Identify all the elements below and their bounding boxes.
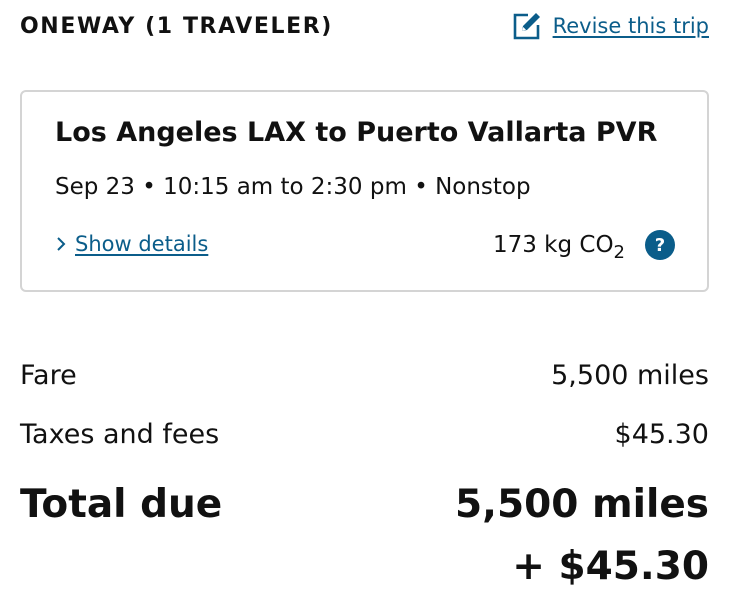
revise-trip-link[interactable]: Revise this trip <box>511 10 709 42</box>
route-title: Los Angeles LAX to Puerto Vallarta PVR <box>55 117 658 148</box>
revise-trip-label[interactable]: Revise this trip <box>553 14 709 38</box>
edit-icon[interactable] <box>511 10 543 42</box>
trip-header: ONEWAY (1 TRAVELER) Revise this trip <box>20 6 709 46</box>
total-cash: + $45.30 <box>512 544 709 589</box>
flight-schedule: Sep 23 • 10:15 am to 2:30 pm • Nonstop <box>55 174 531 200</box>
show-details-link[interactable]: Show details <box>55 232 208 256</box>
fare-label: Fare <box>20 360 77 391</box>
co2-emissions-value: 173 kg CO <box>492 232 614 258</box>
fare-value: 5,500 miles <box>551 360 709 391</box>
emissions-info: 173 kg CO2 ? <box>492 230 675 262</box>
taxes-value: $45.30 <box>614 419 709 450</box>
taxes-row: Taxes and fees $45.30 <box>20 419 709 450</box>
fare-row: Fare 5,500 miles <box>20 360 709 391</box>
show-details-label[interactable]: Show details <box>75 232 208 256</box>
chevron-right-icon[interactable] <box>55 235 67 253</box>
co2-subscript: 2 <box>613 242 625 263</box>
trip-summary-page: ONEWAY (1 TRAVELER) Revise this trip Los… <box>0 0 730 606</box>
flight-card: Los Angeles LAX to Puerto Vallarta PVR S… <box>20 90 709 292</box>
trip-type-heading: ONEWAY (1 TRAVELER) <box>20 13 333 39</box>
total-label: Total due <box>20 482 223 527</box>
help-icon[interactable]: ? <box>645 230 675 260</box>
taxes-label: Taxes and fees <box>20 419 220 450</box>
total-miles: 5,500 miles <box>455 482 709 527</box>
co2-emissions: 173 kg CO2 <box>492 232 625 262</box>
total-row: Total due 5,500 miles <box>20 482 709 527</box>
